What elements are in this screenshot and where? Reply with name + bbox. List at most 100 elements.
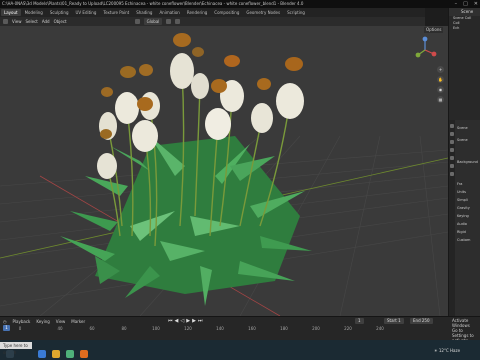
menu-select[interactable]: Select	[26, 19, 38, 24]
close-icon[interactable]: ✕	[474, 1, 478, 7]
ruler-tick: 240	[376, 326, 384, 331]
custom-properties-section[interactable]: Custom	[457, 238, 470, 242]
proportional-edit-icon[interactable]	[175, 19, 181, 24]
browser-icon[interactable]	[66, 350, 74, 358]
current-frame-indicator[interactable]: 1	[3, 325, 10, 331]
menu-playback[interactable]: Playback	[13, 319, 31, 324]
background-section[interactable]: Background	[457, 160, 478, 164]
blender-taskbar-icon[interactable]	[80, 350, 88, 358]
tab-texture-paint[interactable]: Texture Paint	[100, 9, 132, 16]
frame-section[interactable]: Fra	[457, 182, 462, 186]
render-tab-icon[interactable]	[450, 132, 454, 136]
keying-section[interactable]: Keying	[457, 214, 469, 218]
task-view-icon[interactable]	[38, 350, 46, 358]
properties-header: Scene	[457, 126, 468, 130]
pan-icon[interactable]: ✋	[437, 76, 444, 83]
start-label: Start	[387, 318, 397, 323]
prev-key-icon[interactable]: ◀	[175, 318, 179, 324]
current-frame-field[interactable]: 1	[355, 318, 364, 324]
tab-sculpting[interactable]: Sculpting	[47, 9, 72, 16]
ruler-tick: 60	[89, 326, 95, 331]
maximize-icon[interactable]: □	[463, 1, 468, 7]
window-controls: – □ ✕	[455, 0, 478, 8]
start-value: 1	[398, 318, 401, 323]
ruler-tick: 200	[312, 326, 320, 331]
tab-animation[interactable]: Animation	[156, 9, 182, 16]
rigid-body-section[interactable]: Rigid	[457, 230, 466, 234]
ruler-tick: 80	[121, 326, 127, 331]
window-title: C:\HA-0NAS\3d Models\Plants\01_Ready to …	[2, 1, 304, 6]
menu-view[interactable]: View	[12, 19, 22, 24]
minimize-icon[interactable]: –	[455, 1, 458, 7]
tool-tab-icon[interactable]	[450, 124, 454, 128]
menu-marker[interactable]: Marker	[71, 319, 85, 324]
ruler-tick: 220	[344, 326, 352, 331]
system-tray: ☀ 12°C Haze	[434, 348, 460, 353]
units-section[interactable]: Units	[457, 190, 466, 194]
output-tab-icon[interactable]	[450, 140, 454, 144]
menu-keying[interactable]: Keying	[36, 319, 49, 324]
tab-shading[interactable]: Shading	[133, 9, 155, 16]
transform-orientation-select[interactable]: Global	[143, 18, 163, 25]
activate-windows-title: Activate Windows	[452, 318, 470, 328]
timeline-editor-icon[interactable]: ◷	[3, 319, 7, 324]
gravity-section[interactable]: Gravity	[457, 206, 470, 210]
scene-section[interactable]: Scene	[457, 138, 468, 142]
windows-taskbar: Type here to search ☀ 12°C Haze	[0, 340, 480, 360]
tab-uv-editing[interactable]: UV Editing	[73, 9, 100, 16]
viewport-header: View Select Add Object Global	[0, 17, 425, 26]
tab-modeling[interactable]: Modeling	[22, 9, 46, 16]
ruler-tick: 160	[248, 326, 256, 331]
flower-1	[170, 33, 194, 89]
jump-end-icon[interactable]: ⏭	[198, 318, 203, 324]
tab-scripting[interactable]: Scripting	[284, 9, 308, 16]
start-frame-field[interactable]: Start 1	[384, 318, 404, 324]
snap-icon[interactable]	[166, 19, 172, 24]
end-label: End	[413, 318, 421, 323]
editor-type-icon[interactable]	[3, 19, 8, 24]
zoom-icon[interactable]: +	[437, 66, 444, 73]
scene-tab-icon[interactable]	[450, 156, 454, 160]
options-dropdown[interactable]: Options	[424, 27, 444, 33]
ruler-tick: 140	[216, 326, 224, 331]
transform-orientation-icon	[134, 19, 140, 24]
flower-2	[115, 66, 139, 124]
ruler-tick: 100	[152, 326, 160, 331]
next-key-icon[interactable]: ▶	[192, 318, 196, 324]
perspective-toggle-icon[interactable]: ▦	[437, 96, 444, 103]
jump-start-icon[interactable]: ⏮	[168, 318, 173, 324]
viewport-canvas	[0, 33, 448, 316]
view-layer-tab-icon[interactable]	[450, 148, 454, 152]
windows-start-icon[interactable]	[6, 350, 14, 358]
object-tab-icon[interactable]	[450, 172, 454, 176]
outliner-row[interactable]: Ech	[449, 26, 480, 31]
audio-section[interactable]: Audio	[457, 222, 467, 226]
ruler-tick: 120	[184, 326, 192, 331]
menu-add[interactable]: Add	[42, 19, 50, 24]
tab-geometry-nodes[interactable]: Geometry Nodes	[243, 9, 283, 16]
tab-compositing[interactable]: Compositing	[211, 9, 242, 16]
tab-layout[interactable]: Layout	[1, 9, 21, 16]
play-icon[interactable]: ▶	[186, 318, 190, 324]
menu-object[interactable]: Object	[54, 19, 67, 24]
menu-view[interactable]: View	[56, 319, 66, 324]
world-tab-icon[interactable]	[450, 164, 454, 168]
camera-view-icon[interactable]: ◉	[437, 86, 444, 93]
file-explorer-icon[interactable]	[52, 350, 60, 358]
outliner-header: Scene	[449, 8, 480, 16]
simplify-section[interactable]: Simpli	[457, 198, 468, 202]
play-reverse-icon[interactable]: ◁	[180, 318, 184, 324]
navigation-gizmo[interactable]	[410, 36, 440, 64]
properties-tabs	[449, 120, 455, 318]
properties-panel: Scene Scene Background Fra Units Simpli …	[448, 120, 480, 318]
3d-viewport[interactable]	[0, 26, 448, 316]
tab-rendering[interactable]: Rendering	[184, 9, 210, 16]
timeline-ruler[interactable]: 1 0 40 60 80 100 120 140 160 180 200 220…	[0, 325, 480, 341]
end-value: 250	[421, 318, 430, 323]
weather-icon: ☀	[434, 348, 438, 353]
timeline-editor: ◷ Playback Keying View Marker ⏮ ◀ ◁ ▶ ▶ …	[0, 316, 480, 340]
title-bar: C:\HA-0NAS\3d Models\Plants\01_Ready to …	[0, 0, 480, 8]
flower-6	[276, 57, 304, 119]
end-frame-field[interactable]: End 250	[410, 318, 433, 324]
taskbar-search[interactable]: Type here to search	[0, 342, 32, 355]
